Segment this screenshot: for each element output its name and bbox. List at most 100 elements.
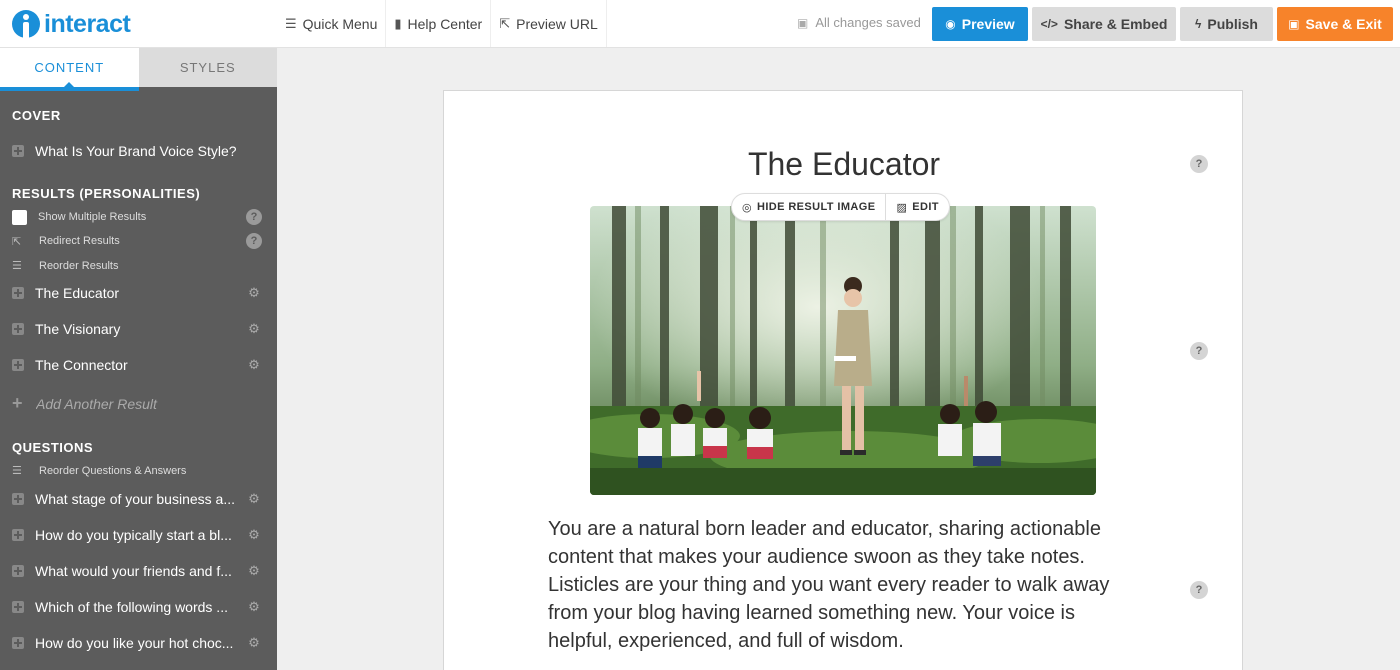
results-heading: RESULTS (PERSONALITIES) xyxy=(12,186,201,201)
gear-icon[interactable]: ⚙ xyxy=(246,285,262,301)
expand-icon xyxy=(12,601,24,613)
publish-button[interactable]: ϟ Publish xyxy=(1180,7,1273,41)
expand-icon xyxy=(12,637,24,649)
floppy-icon: ▣ xyxy=(797,15,809,30)
gear-icon[interactable]: ⚙ xyxy=(246,321,262,337)
redirect-results[interactable]: ⇱ Redirect Results ? xyxy=(12,233,262,249)
questions-heading: QUESTIONS xyxy=(12,440,94,455)
share-embed-button[interactable]: </> Share & Embed xyxy=(1032,7,1176,41)
publish-label: Publish xyxy=(1207,16,1258,32)
question-item[interactable]: What would your friends and f... ⚙ xyxy=(12,563,262,579)
hide-result-image-label: HIDE RESULT IMAGE xyxy=(757,201,876,213)
redirect-label: Redirect Results xyxy=(39,235,120,247)
gear-icon[interactable]: ⚙ xyxy=(246,491,262,507)
preview-url-label: Preview URL xyxy=(516,15,598,32)
quick-menu-button[interactable]: ☰ Quick Menu xyxy=(277,0,387,47)
gear-icon[interactable]: ⚙ xyxy=(246,563,262,579)
result-item[interactable]: The Educator ⚙ xyxy=(12,285,262,301)
result-label: The Visionary xyxy=(35,321,121,337)
save-exit-button[interactable]: ▣ Save & Exit xyxy=(1277,7,1393,41)
expand-icon xyxy=(12,493,24,505)
result-title[interactable]: The Educator xyxy=(444,146,1244,183)
quick-menu-label: Quick Menu xyxy=(302,15,378,32)
gear-icon[interactable]: ⚙ xyxy=(246,527,262,543)
result-item[interactable]: The Visionary ⚙ xyxy=(12,321,262,337)
image-controls: ◎ HIDE RESULT IMAGE ▨ EDIT xyxy=(731,193,950,221)
help-icon[interactable]: ? xyxy=(246,233,262,249)
help-icon[interactable]: ? xyxy=(1190,581,1208,599)
tab-styles[interactable]: STYLES xyxy=(138,48,277,91)
book-icon: ▮ xyxy=(394,15,402,31)
save-exit-label: Save & Exit xyxy=(1305,16,1382,32)
top-bar: interact ☰ Quick Menu ▮ Help Center ⇱ Pr… xyxy=(0,0,1400,48)
gear-icon[interactable]: ⚙ xyxy=(246,635,262,651)
expand-icon xyxy=(12,529,24,541)
result-label: The Educator xyxy=(35,285,120,301)
logo-text: interact xyxy=(44,9,131,38)
cover-heading: COVER xyxy=(12,108,61,123)
question-label: What would your friends and f... xyxy=(35,563,232,579)
reorder-results-label: Reorder Results xyxy=(39,259,119,272)
result-label: The Connector xyxy=(35,357,128,373)
sidebar-tabs: CONTENT STYLES xyxy=(0,48,277,91)
question-item[interactable]: Which of the following words ... ⚙ xyxy=(12,599,262,615)
question-item[interactable]: How do you like your hot choc... ⚙ xyxy=(12,635,262,651)
result-item[interactable]: The Connector ⚙ xyxy=(12,357,262,373)
interact-logo-icon xyxy=(12,10,40,42)
help-icon[interactable]: ? xyxy=(246,209,262,225)
question-item[interactable]: What stage of your business a... ⚙ xyxy=(12,491,262,507)
plus-icon: + xyxy=(12,393,23,413)
help-center-link[interactable]: ▮ Help Center xyxy=(386,0,492,47)
image-icon: ▨ xyxy=(896,201,908,214)
preview-url-link[interactable]: ⇱ Preview URL xyxy=(491,0,607,47)
help-center-label: Help Center xyxy=(407,15,483,32)
question-label: Which of the following words ... xyxy=(35,599,228,615)
tab-content[interactable]: CONTENT xyxy=(0,48,139,91)
list-icon: ☰ xyxy=(12,465,22,477)
external-link-icon: ⇱ xyxy=(12,235,22,248)
reorder-questions[interactable]: ☰ Reorder Questions & Answers xyxy=(12,464,262,478)
question-label: What stage of your business a... xyxy=(35,491,235,507)
show-multiple-checkbox[interactable] xyxy=(12,209,27,225)
gear-icon[interactable]: ⚙ xyxy=(246,357,262,373)
sidebar: CONTENT STYLES COVER What Is Your Brand … xyxy=(0,48,277,670)
show-multiple-label: Show Multiple Results xyxy=(38,211,147,223)
expand-icon xyxy=(12,323,24,335)
interact-logo[interactable]: interact xyxy=(12,8,131,42)
preview-button[interactable]: ◉ Preview xyxy=(932,7,1028,41)
cover-item-label: What Is Your Brand Voice Style? xyxy=(35,143,237,159)
preview-label: Preview xyxy=(961,16,1015,32)
list-icon: ☰ xyxy=(12,260,22,272)
eye-icon: ◉ xyxy=(945,17,956,31)
reorder-questions-label: Reorder Questions & Answers xyxy=(39,464,187,477)
help-icon[interactable]: ? xyxy=(1190,342,1208,360)
floppy-icon: ▣ xyxy=(1288,17,1300,31)
show-multiple-results[interactable]: Show Multiple Results ? xyxy=(12,209,262,225)
add-result-label: Add Another Result xyxy=(36,395,157,412)
expand-icon xyxy=(12,565,24,577)
result-image[interactable] xyxy=(590,206,1096,495)
lightning-icon: ϟ xyxy=(1195,17,1202,31)
reorder-results[interactable]: ☰ Reorder Results xyxy=(12,259,262,273)
question-label: How do you typically start a bl... xyxy=(35,527,232,543)
save-status: ▣ All changes saved xyxy=(797,15,921,30)
result-editor-card: The Educator ? ◎ HIDE RESULT IMAGE ▨ EDI… xyxy=(443,90,1243,670)
hamburger-icon: ☰ xyxy=(285,15,297,31)
expand-icon xyxy=(12,359,24,371)
question-item[interactable]: How do you typically start a bl... ⚙ xyxy=(12,527,262,543)
edit-image-button[interactable]: ▨ EDIT xyxy=(885,194,948,220)
external-link-icon: ⇱ xyxy=(499,15,511,31)
eye-slash-icon: ◎ xyxy=(742,201,752,214)
expand-icon xyxy=(12,145,24,157)
help-icon[interactable]: ? xyxy=(1190,155,1208,173)
add-result-button[interactable]: + Add Another Result xyxy=(12,393,262,414)
code-icon: </> xyxy=(1040,17,1058,31)
forest-classroom-photo xyxy=(590,206,1096,495)
save-status-text: All changes saved xyxy=(815,15,921,30)
top-nav: ☰ Quick Menu ▮ Help Center ⇱ Preview URL xyxy=(277,0,607,47)
result-description[interactable]: You are a natural born leader and educat… xyxy=(548,515,1138,655)
hide-result-image-button[interactable]: ◎ HIDE RESULT IMAGE xyxy=(732,194,885,220)
cover-item[interactable]: What Is Your Brand Voice Style? xyxy=(12,143,262,159)
question-label: How do you like your hot choc... xyxy=(35,635,234,651)
gear-icon[interactable]: ⚙ xyxy=(246,599,262,615)
